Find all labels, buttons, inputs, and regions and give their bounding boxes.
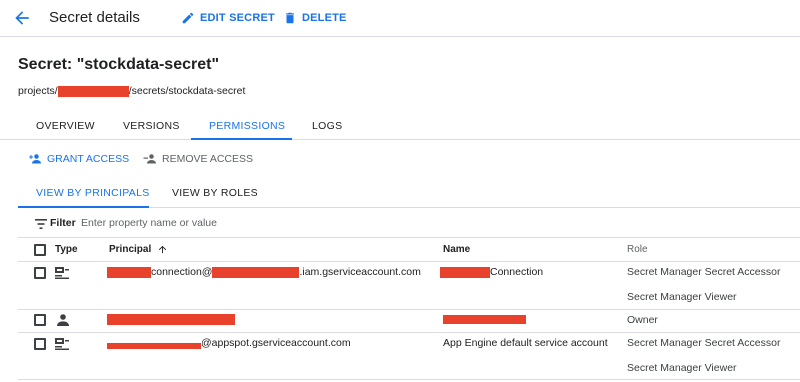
sort-arrow-up-icon xyxy=(159,245,167,254)
principal-text-part2: .iam.gserviceaccount.com xyxy=(299,266,421,278)
tab-versions[interactable]: VERSIONS xyxy=(123,120,180,132)
principal-cell xyxy=(107,314,235,325)
filter-icon xyxy=(35,219,47,229)
filter-bar: Filter xyxy=(18,210,800,238)
filter-label: Filter xyxy=(50,217,76,229)
column-header-role: Role xyxy=(627,244,648,255)
active-tab-indicator xyxy=(191,138,292,140)
role-cell: Secret Manager Secret Accessor xyxy=(627,266,781,278)
principal-header-label: Principal xyxy=(109,244,152,255)
remove-access-label: REMOVE ACCESS xyxy=(162,153,254,165)
role-cell: Owner xyxy=(627,314,658,326)
remove-person-icon xyxy=(143,154,156,164)
redaction-bar xyxy=(443,315,526,324)
redaction-bar xyxy=(440,266,490,278)
table-row: @appspot.gserviceaccount.com App Engine … xyxy=(18,333,800,380)
person-icon xyxy=(57,314,69,326)
redaction-bar xyxy=(107,314,235,325)
redaction-bar xyxy=(107,266,151,278)
redaction-bar xyxy=(57,85,129,97)
main-tabs: OVERVIEW VERSIONS PERMISSIONS LOGS xyxy=(0,110,800,140)
table-header: Type Principal Name Role xyxy=(18,238,800,262)
remove-access-button[interactable]: REMOVE ACCESS xyxy=(143,153,253,165)
name-cell xyxy=(443,315,526,324)
table-row: Owner xyxy=(18,310,800,333)
grant-access-label: GRANT ACCESS xyxy=(47,153,130,165)
principal-text-part1: @appspot.gserviceaccount.com xyxy=(201,337,351,349)
row-checkbox[interactable] xyxy=(34,338,46,350)
filter-input[interactable] xyxy=(81,214,381,232)
redaction-bar xyxy=(107,343,201,349)
delete-button[interactable]: DELETE xyxy=(283,11,347,25)
row-checkbox[interactable] xyxy=(34,267,46,279)
select-all-checkbox[interactable] xyxy=(34,244,46,256)
pencil-icon xyxy=(182,12,194,24)
secret-resource-path: projects/ /secrets/stockdata-secret xyxy=(18,85,245,97)
path-prefix: projects/ xyxy=(18,85,58,97)
name-cell: Connection xyxy=(440,266,543,278)
column-header-principal[interactable]: Principal xyxy=(109,244,168,255)
row-checkbox[interactable] xyxy=(34,314,46,326)
top-bar: Secret details EDIT SECRET DELETE xyxy=(0,0,800,37)
service-account-icon xyxy=(55,267,69,279)
tab-view-by-roles[interactable]: VIEW BY ROLES xyxy=(172,187,258,199)
path-suffix: /secrets/stockdata-secret xyxy=(128,85,246,97)
name-cell: App Engine default service account xyxy=(443,337,608,349)
redaction-bar xyxy=(212,266,300,278)
tab-logs[interactable]: LOGS xyxy=(312,120,342,132)
active-subtab-indicator xyxy=(18,206,149,208)
edit-secret-button[interactable]: EDIT SECRET xyxy=(181,11,275,25)
role-cell: Secret Manager Viewer xyxy=(627,362,737,374)
page-title: Secret details xyxy=(49,9,140,26)
role-cell: Secret Manager Viewer xyxy=(627,291,737,303)
column-header-name: Name xyxy=(443,244,471,255)
principal-cell: connection@ .iam.gserviceaccount.com xyxy=(107,266,421,278)
secret-title: Secret: "stockdata-secret" xyxy=(18,56,220,73)
role-cell: Secret Manager Secret Accessor xyxy=(627,337,781,349)
service-account-icon xyxy=(55,338,69,350)
grant-access-button[interactable]: GRANT ACCESS xyxy=(28,153,129,165)
view-tabs: VIEW BY PRINCIPALS VIEW BY ROLES xyxy=(18,178,800,208)
table-row: connection@ .iam.gserviceaccount.com Con… xyxy=(18,262,800,310)
name-text: Connection xyxy=(490,266,544,278)
principal-cell: @appspot.gserviceaccount.com xyxy=(107,337,351,349)
tab-view-by-principals[interactable]: VIEW BY PRINCIPALS xyxy=(36,187,150,199)
back-arrow-icon[interactable] xyxy=(12,8,32,28)
edit-secret-label: EDIT SECRET xyxy=(200,12,275,24)
delete-label: DELETE xyxy=(302,12,347,24)
tab-overview[interactable]: OVERVIEW xyxy=(36,120,95,132)
add-person-icon xyxy=(29,154,41,164)
tab-permissions[interactable]: PERMISSIONS xyxy=(209,120,285,132)
trash-icon xyxy=(285,12,295,24)
principal-text-part1: connection@ xyxy=(151,266,213,278)
column-header-type: Type xyxy=(55,244,78,255)
